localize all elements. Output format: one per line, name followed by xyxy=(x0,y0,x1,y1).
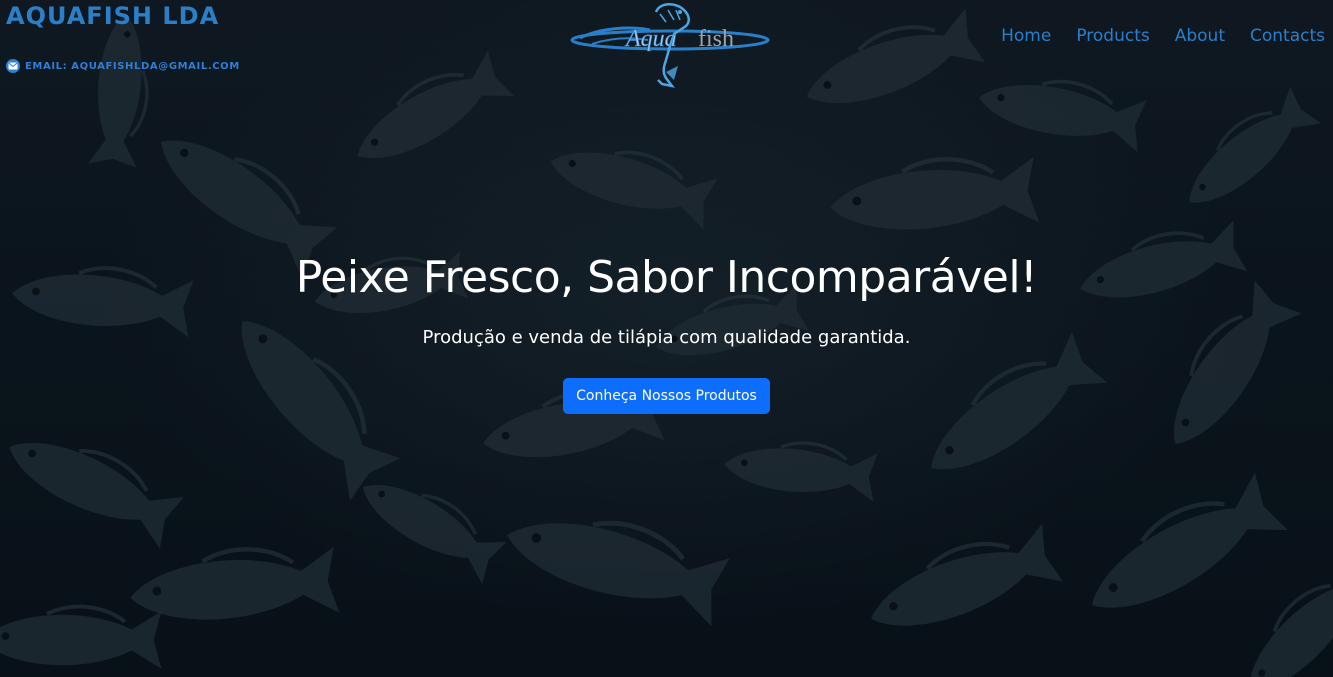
envelope-icon xyxy=(6,59,20,73)
logo-graphic: Aqua fish xyxy=(570,3,770,88)
hero-content: Peixe Fresco, Sabor Incomparável! Produç… xyxy=(0,252,1333,414)
view-products-button[interactable]: Conheça Nossos Produtos xyxy=(563,378,770,414)
email-contact[interactable]: EMAIL: AQUAFISHLDA@GMAIL.COM xyxy=(6,59,240,73)
logo-text-aqua: Aqua xyxy=(624,26,677,52)
logo-text-fish: fish xyxy=(698,26,734,52)
nav-link-contacts[interactable]: Contacts xyxy=(1250,26,1325,46)
nav-link-products[interactable]: Products xyxy=(1076,26,1149,46)
nav-link-about[interactable]: About xyxy=(1175,26,1225,46)
hero-subtitle: Produção e venda de tilápia com qualidad… xyxy=(422,327,911,348)
email-text[interactable]: EMAIL: AQUAFISHLDA@GMAIL.COM xyxy=(25,61,240,72)
hero-title: Peixe Fresco, Sabor Incomparável! xyxy=(295,252,1038,303)
brand-title[interactable]: AQUAFISH LDA xyxy=(6,2,219,30)
main-nav: Home Products About Contacts xyxy=(1001,26,1325,46)
aquafish-logo[interactable]: Aqua fish xyxy=(570,0,775,92)
nav-link-home[interactable]: Home xyxy=(1001,26,1051,46)
